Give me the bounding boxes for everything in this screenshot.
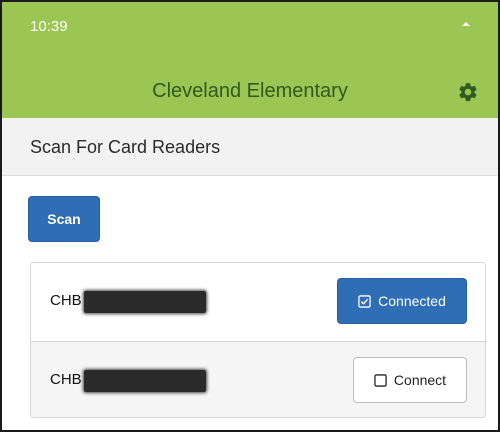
app-header: 10:39 Cleveland Elementary bbox=[2, 2, 498, 118]
status-time: 10:39 bbox=[30, 18, 68, 35]
signal-icon bbox=[462, 22, 470, 26]
checkbox-empty-icon bbox=[374, 373, 387, 387]
section-title: Scan For Card Readers bbox=[30, 137, 221, 157]
app-title: Cleveland Elementary bbox=[152, 80, 348, 102]
section-header: Scan For Card Readers bbox=[2, 118, 498, 176]
scan-button[interactable]: Scan bbox=[28, 196, 100, 242]
device-list: CHB Connected CHB Connect bbox=[30, 262, 486, 418]
device-row: CHB Connect bbox=[31, 341, 485, 417]
device-name: CHB bbox=[50, 371, 82, 388]
redacted-device-id bbox=[84, 291, 206, 313]
connected-button[interactable]: Connected bbox=[337, 278, 467, 324]
checkbox-checked-icon bbox=[358, 294, 371, 308]
app-frame: 10:39 Cleveland Elementary Scan For Card… bbox=[0, 0, 500, 432]
gear-icon[interactable] bbox=[457, 81, 479, 103]
device-row: CHB Connected bbox=[31, 263, 485, 341]
device-name: CHB bbox=[50, 292, 82, 309]
connected-button-label: Connected bbox=[378, 293, 446, 309]
redacted-device-id bbox=[84, 370, 206, 392]
connect-button[interactable]: Connect bbox=[353, 357, 467, 403]
connect-button-label: Connect bbox=[393, 372, 447, 388]
